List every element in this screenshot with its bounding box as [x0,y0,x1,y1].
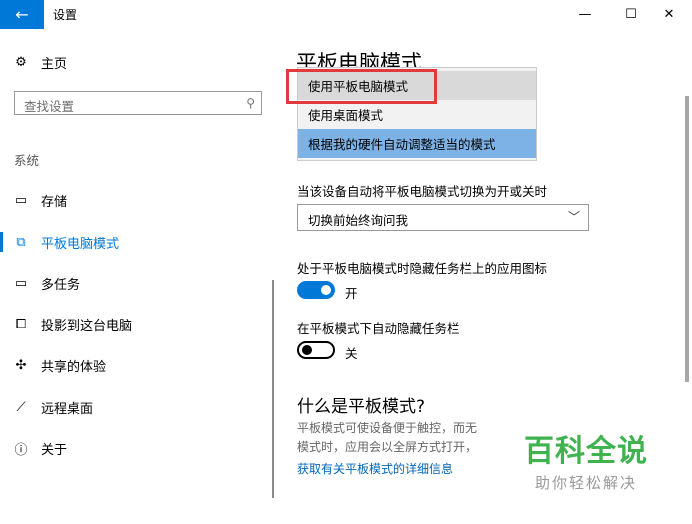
section-label: 系统 [14,153,40,168]
watermark-slogan: 助你轻松解决 [534,474,637,492]
window-title: 设置 [53,8,78,22]
what-is-paragraph-line2: 模式时，应用会以全屏方式打开， [297,440,478,454]
back-arrow-icon: ← [15,5,29,24]
switch-prompt-select[interactable]: 切换前始终询问我 ﹀ [297,204,589,231]
maximize-icon: ☐ [625,7,637,22]
sidebar-item-remote-desktop[interactable]: ⟋ 远程桌面 [0,387,272,427]
learn-more-link[interactable]: 获取有关平板模式的详细信息 [297,460,453,477]
sidebar-item-label: 投影到这台电脑 [41,318,133,334]
toggle-knob [302,345,312,355]
close-icon: ✕ [663,7,675,22]
sidebar-item-label: 主页 [41,56,68,72]
what-is-paragraph-line1: 平板模式可使设备便于触控，而无 [297,421,478,435]
sidebar-item-project[interactable]: ⧠ 投影到这台电脑 [0,304,272,344]
sidebar-item-label: 多任务 [41,277,81,293]
chevron-down-icon: ﹀ [567,210,580,224]
auto-hide-taskbar-toggle[interactable] [297,341,335,359]
info-icon: ⓘ [14,442,28,458]
switch-prompt-label: 当该设备自动将平板电脑模式切换为开或关时 [297,184,548,199]
sidebar-item-label: 存储 [41,194,68,210]
toggle-knob [321,285,331,295]
annotation-highlight [286,69,437,104]
auto-hide-taskbar-label: 在平板模式下自动隐藏任务栏 [297,321,460,336]
minimize-button[interactable]: — [562,0,608,29]
minimize-icon: — [578,7,592,22]
sidebar-item-label: 共享的体验 [41,359,107,375]
storage-icon: ▭ [14,192,28,208]
sidebar-item-about[interactable]: ⓘ 关于 [0,428,272,468]
project-icon: ⧠ [15,316,27,332]
sidebar-item-label: 关于 [41,442,68,458]
shared-experience-icon: ✣ [15,357,27,373]
sidebar-item-home[interactable]: ⚙ 主页 [0,42,272,82]
back-button[interactable]: ← [0,0,44,29]
close-button[interactable]: ✕ [646,0,692,29]
sidebar-item-shared-experience[interactable]: ✣ 共享的体验 [0,345,272,385]
sidebar-item-label: 平板电脑模式 [41,236,120,252]
multitask-icon: ▭ [14,275,28,291]
search-input[interactable]: 查找设置 ⚲ [14,91,262,115]
remote-desktop-icon: ⟋ [16,399,26,415]
hide-app-icons-toggle[interactable] [297,281,335,299]
what-is-heading: 什么是平板模式? [297,397,426,417]
hide-app-icons-state: 开 [345,286,358,301]
sidebar-item-storage[interactable]: ▭ 存储 [0,180,272,220]
title-bar: ← 设置 — ☐ ✕ [0,0,692,29]
auto-hide-taskbar-state: 关 [345,346,358,361]
watermark-brand: 百科全说 [524,434,648,469]
sidebar: ⚙ 主页 查找设置 ⚲ 系统 ▭ 存储 ⧉ 平板电脑模式 ▭ 多任务 ⧠ 投影到… [0,29,272,524]
search-icon: ⚲ [246,96,255,110]
gear-icon: ⚙ [15,54,27,70]
sidebar-item-multitask[interactable]: ▭ 多任务 [0,263,272,303]
search-placeholder: 查找设置 [24,99,75,114]
main-scrollbar[interactable] [685,96,689,382]
dropdown-option-auto[interactable]: 根据我的硬件自动调整适当的模式 [298,129,536,158]
hide-app-icons-label: 处于平板电脑模式时隐藏任务栏上的应用图标 [297,261,548,276]
tablet-mode-icon: ⧉ [16,234,26,250]
active-indicator [0,232,3,252]
sidebar-item-label: 远程桌面 [41,401,94,417]
switch-prompt-value: 切换前始终询问我 [308,213,409,228]
sidebar-item-tablet-mode[interactable]: ⧉ 平板电脑模式 [0,222,272,262]
sidebar-scrollbar[interactable] [272,280,274,498]
watermark-logo: 百科全说 助你轻松解决 [510,426,662,496]
dropdown-option-desktop[interactable]: 使用桌面模式 [298,100,536,129]
